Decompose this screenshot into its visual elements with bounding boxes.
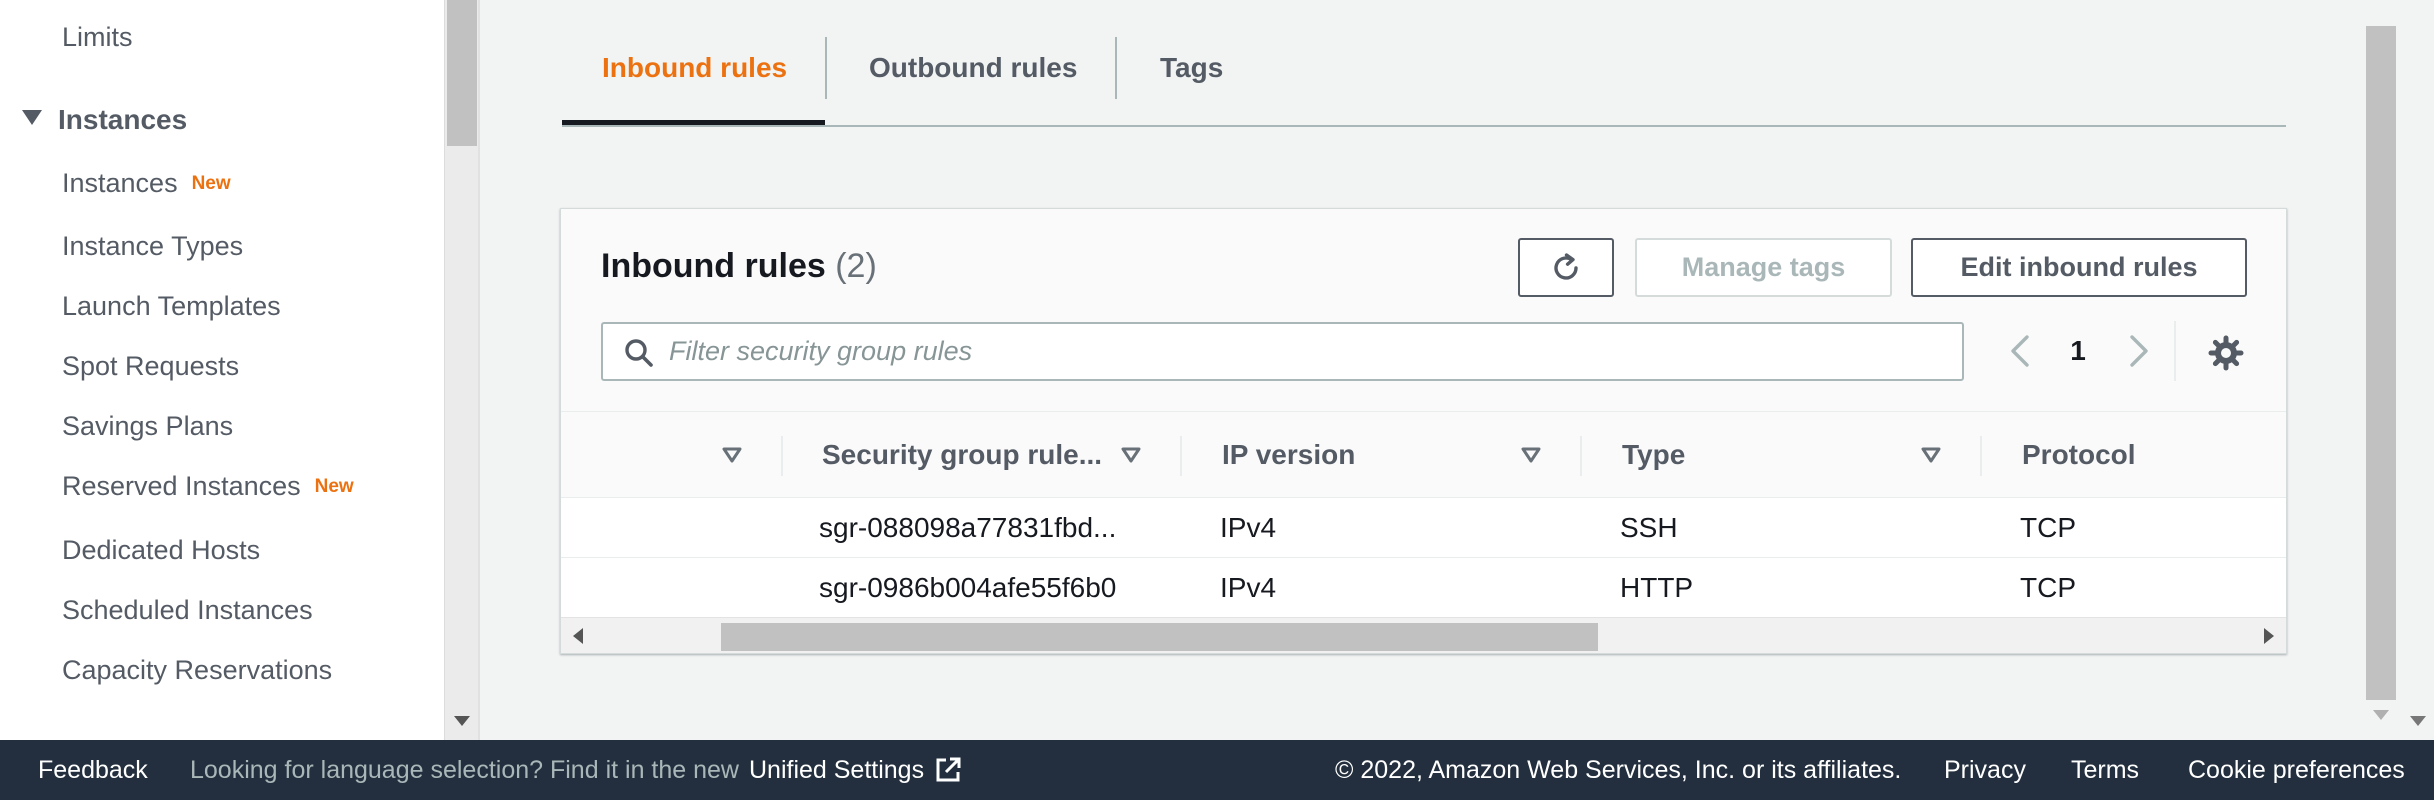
sidebar-section-label: Instances bbox=[58, 104, 188, 135]
sidebar: Limits Instances Instances New Instance T… bbox=[0, 0, 444, 740]
sidebar-section-instances[interactable]: Instances bbox=[22, 104, 187, 136]
horizontal-scrollbar-thumb[interactable] bbox=[721, 623, 1598, 651]
sort-icon[interactable] bbox=[1520, 445, 1542, 465]
column-header-protocol[interactable]: Protocol bbox=[2022, 412, 2136, 498]
page-number-button[interactable]: 1 bbox=[2058, 335, 2098, 367]
footer: Feedback Looking for language selection?… bbox=[0, 740, 2434, 800]
column-divider bbox=[1580, 436, 1582, 476]
sidebar-item-savings-plans[interactable]: Savings Plans bbox=[62, 411, 233, 442]
table-cell-ip-version: IPv4 bbox=[1220, 572, 1277, 603]
page-scrollbar-thumb[interactable] bbox=[2366, 26, 2396, 700]
pager-divider bbox=[2174, 321, 2176, 381]
sort-icon[interactable] bbox=[721, 445, 743, 465]
new-badge: New bbox=[314, 476, 354, 497]
panel-header: Inbound rules (2) Manage tags Edit inbou… bbox=[561, 209, 2286, 412]
caret-down-icon bbox=[22, 110, 42, 125]
filter-input[interactable] bbox=[669, 324, 1949, 379]
sidebar-item-label: Launch Templates bbox=[62, 291, 281, 321]
sidebar-scrollbar-thumb[interactable] bbox=[447, 0, 477, 146]
page-scrollbar[interactable] bbox=[2366, 0, 2434, 740]
previous-page-button[interactable] bbox=[2001, 329, 2041, 373]
column-divider bbox=[1180, 436, 1182, 476]
tab-divider bbox=[1115, 37, 1117, 99]
language-notice-text: Looking for language selection? Find it … bbox=[190, 755, 739, 784]
sidebar-item-dedicated-hosts[interactable]: Dedicated Hosts bbox=[62, 535, 260, 566]
tab-outbound-rules[interactable]: Outbound rules bbox=[869, 52, 1077, 84]
table-row[interactable]: sgr-088098a77831fbd... IPv4 SSH TCP bbox=[561, 498, 2286, 558]
preferences-button[interactable] bbox=[2206, 333, 2246, 373]
table-cell-rule-id[interactable]: sgr-088098a77831fbd... bbox=[819, 498, 1116, 558]
sidebar-item-instance-types[interactable]: Instance Types bbox=[62, 231, 243, 262]
sidebar-item-launch-templates[interactable]: Launch Templates bbox=[62, 291, 281, 322]
scroll-right-arrow-icon[interactable] bbox=[2264, 628, 2274, 644]
table-cell-rule-id[interactable]: sgr-0986b004afe55f6b0 bbox=[819, 558, 1116, 618]
sort-icon[interactable] bbox=[1120, 445, 1142, 465]
refresh-button[interactable] bbox=[1518, 238, 1614, 297]
tab-tags[interactable]: Tags bbox=[1160, 52, 1223, 84]
terms-link[interactable]: Terms bbox=[2071, 740, 2139, 800]
column-divider bbox=[781, 436, 783, 476]
new-badge: New bbox=[191, 173, 231, 194]
column-header-security-group-rule[interactable]: Security group rule... bbox=[822, 412, 1102, 498]
scroll-down-arrow-icon[interactable] bbox=[454, 716, 470, 726]
manage-tags-button[interactable]: Manage tags bbox=[1635, 238, 1892, 297]
cookie-preferences-link[interactable]: Cookie preferences bbox=[2188, 740, 2405, 800]
language-notice: Looking for language selection? Find it … bbox=[190, 740, 962, 800]
privacy-link[interactable]: Privacy bbox=[1944, 740, 2026, 800]
sidebar-item-label: Limits bbox=[62, 22, 133, 52]
sidebar-item-label: Dedicated Hosts bbox=[62, 535, 261, 565]
chevron-right-icon bbox=[2130, 335, 2148, 367]
inbound-rules-panel: Inbound rules (2) Manage tags Edit inbou… bbox=[560, 208, 2287, 654]
tab-bar: Inbound rules Outbound rules Tags bbox=[562, 0, 2286, 127]
sidebar-scrollbar[interactable] bbox=[444, 0, 478, 740]
sidebar-item-limits[interactable]: Limits bbox=[62, 22, 133, 53]
divider bbox=[478, 0, 480, 740]
feedback-link[interactable]: Feedback bbox=[38, 740, 148, 800]
table-cell-protocol: TCP bbox=[2020, 512, 2076, 543]
sidebar-item-label: Scheduled Instances bbox=[62, 595, 313, 625]
filter-field[interactable] bbox=[601, 322, 1964, 381]
sidebar-item-label: Savings Plans bbox=[62, 411, 234, 441]
refresh-icon bbox=[1554, 252, 1578, 280]
tab-divider bbox=[825, 37, 827, 99]
sidebar-item-label: Instances bbox=[62, 168, 178, 198]
scroll-left-arrow-icon[interactable] bbox=[573, 628, 583, 644]
panel-title-text: Inbound rules bbox=[601, 247, 826, 285]
rule-count: (2) bbox=[835, 247, 877, 285]
table-cell-protocol: TCP bbox=[2020, 572, 2076, 603]
unified-settings-link[interactable]: Unified Settings bbox=[749, 756, 924, 785]
column-divider bbox=[1980, 436, 1982, 476]
table-horizontal-scrollbar[interactable] bbox=[561, 617, 2286, 653]
gear-icon bbox=[2208, 335, 2244, 371]
sidebar-item-label: Instance Types bbox=[62, 231, 244, 261]
table-cell-type: SSH bbox=[1620, 512, 1678, 543]
table-cell-type: HTTP bbox=[1620, 572, 1694, 603]
table-cell-ip-version: IPv4 bbox=[1220, 512, 1277, 543]
chevron-left-icon bbox=[2011, 335, 2029, 367]
sidebar-item-capacity-reservations[interactable]: Capacity Reservations bbox=[62, 655, 332, 686]
edit-inbound-rules-button[interactable]: Edit inbound rules bbox=[1911, 238, 2247, 297]
table-header: Security group rule... IP version Type P… bbox=[561, 412, 2286, 498]
sidebar-item-label: Reserved Instances bbox=[62, 471, 301, 501]
scroll-down-arrow-icon[interactable] bbox=[2410, 716, 2426, 726]
search-icon bbox=[625, 339, 653, 367]
column-header-ip-version[interactable]: IP version bbox=[1222, 412, 1355, 498]
table-row[interactable]: sgr-0986b004afe55f6b0 IPv4 HTTP TCP bbox=[561, 558, 2286, 618]
active-tab-indicator bbox=[562, 120, 825, 125]
copyright-text: © 2022, Amazon Web Services, Inc. or its… bbox=[1335, 755, 1902, 784]
sort-icon[interactable] bbox=[1920, 445, 1942, 465]
sidebar-item-instances[interactable]: Instances New bbox=[62, 168, 231, 199]
tab-inbound-rules[interactable]: Inbound rules bbox=[602, 52, 787, 84]
external-link-icon bbox=[936, 757, 961, 782]
sidebar-item-reserved-instances[interactable]: Reserved Instances New bbox=[62, 471, 354, 502]
column-header-type[interactable]: Type bbox=[1622, 412, 1685, 498]
sidebar-item-label: Spot Requests bbox=[62, 351, 240, 381]
sidebar-item-label: Capacity Reservations bbox=[62, 655, 333, 685]
next-page-button[interactable] bbox=[2118, 329, 2158, 373]
scroll-down-arrow-icon[interactable] bbox=[2373, 710, 2389, 720]
sidebar-item-spot-requests[interactable]: Spot Requests bbox=[62, 351, 239, 382]
sidebar-item-scheduled-instances[interactable]: Scheduled Instances bbox=[62, 595, 313, 626]
panel-title: Inbound rules (2) bbox=[601, 247, 877, 286]
